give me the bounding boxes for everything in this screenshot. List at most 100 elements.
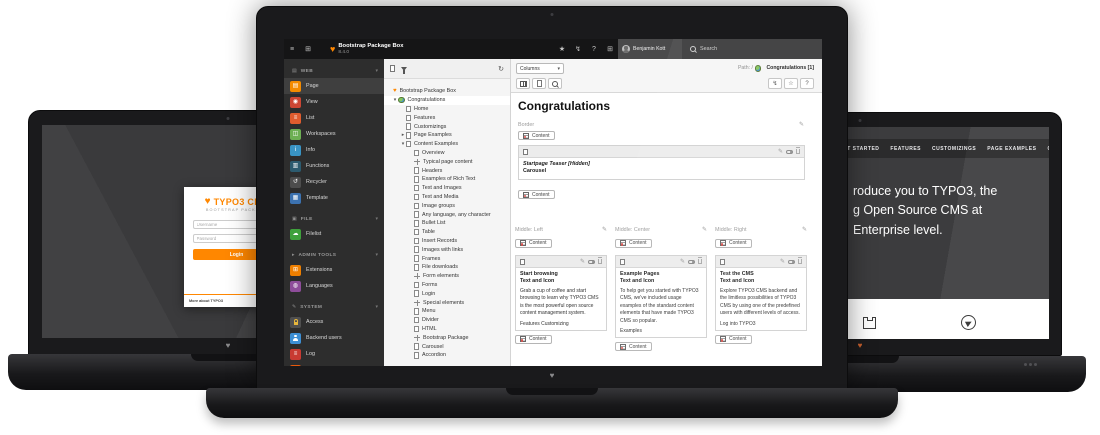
tree-node-root[interactable]: Bootstrap Package Box [384, 87, 510, 96]
nav-item-customizings[interactable]: CUSTOMIZINGS [932, 146, 976, 152]
section-web[interactable]: ▤ WEB ▾ [284, 64, 384, 78]
module-item-view[interactable]: ◉View [284, 94, 384, 110]
edit-pencil-icon[interactable]: ✎ [702, 226, 707, 233]
section-system[interactable]: ✎ SYSTEM ▾ [284, 300, 384, 314]
trash-icon[interactable] [796, 149, 800, 154]
content-element-card[interactable]: ✎ Test the CMS Text and Icon Explore TYP… [715, 255, 807, 331]
add-content-button[interactable]: Content [715, 335, 752, 344]
bookmark-button[interactable]: ☆ [784, 78, 798, 89]
filter-icon[interactable] [401, 67, 407, 71]
module-item-recycler[interactable]: ↺Recycler [284, 174, 384, 190]
visibility-toggle-icon[interactable] [786, 150, 793, 154]
tree-node[interactable]: Typical page content [384, 157, 510, 166]
tree-node-congratulations[interactable]: ▾Congratulations [384, 96, 510, 105]
cache-bolt-button[interactable]: ↯ [768, 78, 782, 89]
card-links[interactable]: Log into TYPO3 [720, 321, 802, 327]
module-item-install[interactable]: ⚙Install [284, 362, 384, 366]
search-button[interactable] [548, 78, 562, 89]
tree-node[interactable]: Special elements [384, 298, 510, 307]
tree-node[interactable]: Divider [384, 316, 510, 325]
module-item-extensions[interactable]: ⊞Extensions [284, 262, 384, 278]
content-element-card[interactable]: ✎ Startpage Teaser [Hidden] Carousel [518, 145, 805, 180]
edit-pencil-icon[interactable]: ✎ [778, 148, 783, 155]
edit-pencil-icon[interactable]: ✎ [780, 258, 785, 265]
edit-pencil-icon[interactable]: ✎ [799, 121, 804, 128]
edit-pencil-icon[interactable]: ✎ [580, 258, 585, 265]
tree-node[interactable]: ▾Content Examples [384, 140, 510, 149]
add-content-button[interactable]: Content [615, 342, 652, 351]
grid-modules-icon[interactable]: ⊞ [602, 39, 618, 59]
nav-item-page-examples[interactable]: PAGE EXAMPLES [987, 146, 1036, 152]
tree-node[interactable]: Carousel [384, 342, 510, 351]
module-item-page[interactable]: ▤Page [284, 78, 384, 94]
tree-node[interactable]: Frames [384, 254, 510, 263]
add-content-button[interactable]: Content [515, 335, 552, 344]
visibility-toggle-icon[interactable] [588, 260, 595, 264]
add-content-button[interactable]: Content [518, 190, 555, 199]
section-file[interactable]: ▣ FILE ▾ [284, 212, 384, 226]
apps-icon[interactable]: ⊞ [300, 45, 316, 53]
refresh-icon[interactable]: ↻ [498, 65, 504, 73]
trash-icon[interactable] [598, 259, 602, 264]
nav-item-content-examples[interactable]: CONTENT EXAMPLES [1047, 146, 1049, 152]
module-item-workspaces[interactable]: ◫Workspaces [284, 126, 384, 142]
edit-pencil-icon[interactable]: ✎ [602, 226, 607, 233]
card-links[interactable]: Features Customizing [520, 321, 602, 327]
search-bar[interactable]: Search [682, 39, 822, 59]
visibility-toggle-icon[interactable] [688, 260, 695, 264]
tree-node[interactable]: Bootstrap Package [384, 333, 510, 342]
tree-node[interactable]: Accordion [384, 351, 510, 360]
module-item-list[interactable]: ≡List [284, 110, 384, 126]
tree-node[interactable]: Bullet List [384, 219, 510, 228]
tree-node[interactable]: Headers [384, 166, 510, 175]
trash-icon[interactable] [698, 259, 702, 264]
module-item-functions[interactable]: ▥Functions [284, 158, 384, 174]
tree-node[interactable]: Overview [384, 149, 510, 158]
tree-node[interactable]: Menu [384, 307, 510, 316]
module-item-filelist[interactable]: ☁Filelist [284, 226, 384, 242]
layout-view-button[interactable] [516, 78, 530, 89]
user-menu[interactable]: Benjamin Kott [618, 39, 682, 59]
edit-pencil-icon[interactable]: ✎ [680, 258, 685, 265]
bookmark-star-icon[interactable]: ★ [554, 39, 570, 59]
tree-node[interactable]: Examples of Rich Text [384, 175, 510, 184]
tree-node[interactable]: Table [384, 228, 510, 237]
content-element-card[interactable]: ✎ Example Pages Text and Icon To help ge… [615, 255, 707, 338]
new-page-icon[interactable] [390, 65, 395, 72]
tree-node[interactable]: Text and Media [384, 193, 510, 202]
module-item-languages[interactable]: ◍Languages [284, 278, 384, 294]
visibility-toggle-icon[interactable] [788, 260, 795, 264]
module-item-info[interactable]: iInfo [284, 142, 384, 158]
help-button[interactable]: ? [800, 78, 814, 89]
content-element-card[interactable]: ✎ Start browsing Text and Icon Grab a cu… [515, 255, 607, 331]
card-links[interactable]: Examples [620, 328, 702, 334]
add-content-button[interactable]: Content [715, 239, 752, 248]
tree-node[interactable]: HTML [384, 325, 510, 334]
module-item-log[interactable]: ≡Log [284, 346, 384, 362]
tree-node[interactable]: Text and Images [384, 184, 510, 193]
tree-node[interactable]: Images with links [384, 245, 510, 254]
tree-node[interactable]: Login [384, 289, 510, 298]
tree-node[interactable]: Form elements [384, 272, 510, 281]
tree-node[interactable]: ▸Page Examples [384, 131, 510, 140]
flush-cache-bolt-icon[interactable]: ↯ [570, 39, 586, 59]
tree-node[interactable]: Any language, any character [384, 210, 510, 219]
tree-node[interactable]: Forms [384, 281, 510, 290]
help-icon[interactable]: ? [586, 39, 602, 59]
more-about-typo3-link[interactable]: More about TYPO3 [189, 299, 223, 303]
trash-icon[interactable] [798, 259, 802, 264]
nav-item-features[interactable]: FEATURES [890, 146, 921, 152]
tree-node[interactable]: Features [384, 113, 510, 122]
module-item-template[interactable]: ▦Template [284, 190, 384, 206]
section-admin-tools[interactable]: ▸ ADMIN TOOLS ▾ [284, 248, 384, 262]
add-content-button[interactable]: Content [515, 239, 552, 248]
module-item-backend-users[interactable]: Backend users [284, 330, 384, 346]
columns-select[interactable]: Columns ▾ [516, 63, 564, 74]
tree-node[interactable]: File downloads [384, 263, 510, 272]
new-record-button[interactable] [532, 78, 546, 89]
module-item-access[interactable]: Access [284, 314, 384, 330]
menu-toggle-icon[interactable]: ≡ [284, 46, 300, 53]
edit-pencil-icon[interactable]: ✎ [802, 226, 807, 233]
tree-node[interactable]: Insert Records [384, 237, 510, 246]
add-content-button[interactable]: Content [518, 131, 555, 140]
